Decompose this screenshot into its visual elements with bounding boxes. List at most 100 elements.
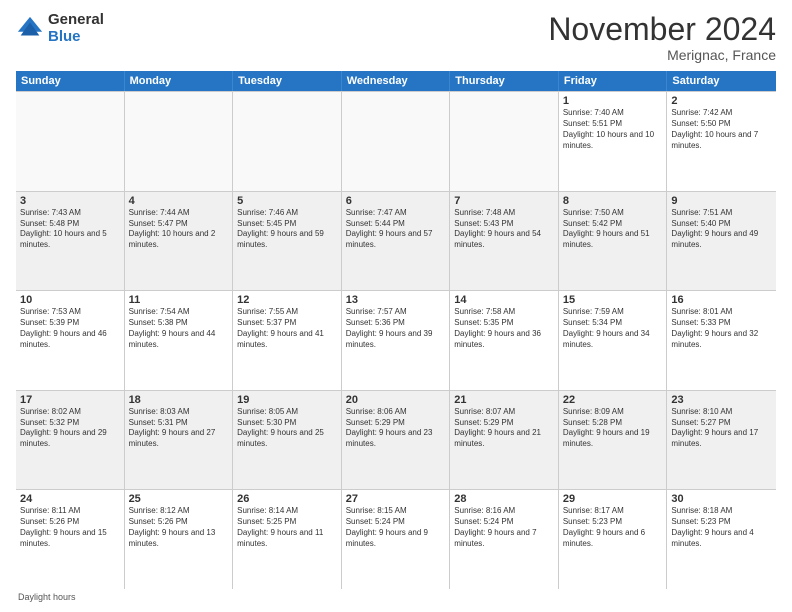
weekday-header-tuesday: Tuesday [233,71,342,91]
title-area: November 2024 Merignac, France [548,12,776,63]
day-number: 15 [563,294,663,306]
day-number: 21 [454,394,554,406]
calendar-cell: 2Sunrise: 7:42 AM Sunset: 5:50 PM Daylig… [667,92,776,191]
location-subtitle: Merignac, France [548,47,776,63]
day-number: 26 [237,493,337,505]
cell-info: Sunrise: 7:51 AM Sunset: 5:40 PM Dayligh… [671,208,772,251]
day-number: 30 [671,493,772,505]
cell-info: Sunrise: 8:05 AM Sunset: 5:30 PM Dayligh… [237,407,337,450]
day-number: 5 [237,195,337,207]
day-number: 13 [346,294,446,306]
calendar-cell: 7Sunrise: 7:48 AM Sunset: 5:43 PM Daylig… [450,192,559,291]
cell-info: Sunrise: 8:01 AM Sunset: 5:33 PM Dayligh… [671,307,772,350]
cell-info: Sunrise: 8:15 AM Sunset: 5:24 PM Dayligh… [346,506,446,549]
calendar-cell: 5Sunrise: 7:46 AM Sunset: 5:45 PM Daylig… [233,192,342,291]
weekday-header-saturday: Saturday [667,71,776,91]
calendar: SundayMondayTuesdayWednesdayThursdayFrid… [16,71,776,589]
weekday-header-friday: Friday [559,71,668,91]
day-number: 24 [20,493,120,505]
cell-info: Sunrise: 8:11 AM Sunset: 5:26 PM Dayligh… [20,506,120,549]
day-number: 9 [671,195,772,207]
day-number: 29 [563,493,663,505]
day-number: 14 [454,294,554,306]
header: General Blue November 2024 Merignac, Fra… [16,12,776,63]
calendar-cell: 27Sunrise: 8:15 AM Sunset: 5:24 PM Dayli… [342,490,451,589]
calendar-cell: 18Sunrise: 8:03 AM Sunset: 5:31 PM Dayli… [125,391,234,490]
calendar-cell: 9Sunrise: 7:51 AM Sunset: 5:40 PM Daylig… [667,192,776,291]
cell-info: Sunrise: 7:57 AM Sunset: 5:36 PM Dayligh… [346,307,446,350]
cell-info: Sunrise: 7:43 AM Sunset: 5:48 PM Dayligh… [20,208,120,251]
logo-blue-text: Blue [48,29,104,46]
calendar-cell: 22Sunrise: 8:09 AM Sunset: 5:28 PM Dayli… [559,391,668,490]
day-number: 22 [563,394,663,406]
day-number: 3 [20,195,120,207]
calendar-cell: 24Sunrise: 8:11 AM Sunset: 5:26 PM Dayli… [16,490,125,589]
cell-info: Sunrise: 7:48 AM Sunset: 5:43 PM Dayligh… [454,208,554,251]
calendar-cell [342,92,451,191]
cell-info: Sunrise: 7:44 AM Sunset: 5:47 PM Dayligh… [129,208,229,251]
cell-info: Sunrise: 7:55 AM Sunset: 5:37 PM Dayligh… [237,307,337,350]
calendar-cell: 11Sunrise: 7:54 AM Sunset: 5:38 PM Dayli… [125,291,234,390]
calendar-cell: 12Sunrise: 7:55 AM Sunset: 5:37 PM Dayli… [233,291,342,390]
calendar-cell: 3Sunrise: 7:43 AM Sunset: 5:48 PM Daylig… [16,192,125,291]
calendar-cell [450,92,559,191]
day-number: 17 [20,394,120,406]
calendar-cell: 17Sunrise: 8:02 AM Sunset: 5:32 PM Dayli… [16,391,125,490]
cell-info: Sunrise: 7:54 AM Sunset: 5:38 PM Dayligh… [129,307,229,350]
day-number: 20 [346,394,446,406]
calendar-header: SundayMondayTuesdayWednesdayThursdayFrid… [16,71,776,91]
cell-info: Sunrise: 8:06 AM Sunset: 5:29 PM Dayligh… [346,407,446,450]
calendar-cell: 30Sunrise: 8:18 AM Sunset: 5:23 PM Dayli… [667,490,776,589]
cell-info: Sunrise: 7:53 AM Sunset: 5:39 PM Dayligh… [20,307,120,350]
day-number: 4 [129,195,229,207]
calendar-cell: 19Sunrise: 8:05 AM Sunset: 5:30 PM Dayli… [233,391,342,490]
page: General Blue November 2024 Merignac, Fra… [0,0,792,612]
cell-info: Sunrise: 8:17 AM Sunset: 5:23 PM Dayligh… [563,506,663,549]
day-number: 10 [20,294,120,306]
calendar-row-2: 3Sunrise: 7:43 AM Sunset: 5:48 PM Daylig… [16,192,776,292]
day-number: 27 [346,493,446,505]
cell-info: Sunrise: 8:14 AM Sunset: 5:25 PM Dayligh… [237,506,337,549]
logo: General Blue [16,12,104,45]
calendar-cell: 21Sunrise: 8:07 AM Sunset: 5:29 PM Dayli… [450,391,559,490]
calendar-cell [125,92,234,191]
cell-info: Sunrise: 7:40 AM Sunset: 5:51 PM Dayligh… [563,108,663,151]
cell-info: Sunrise: 8:03 AM Sunset: 5:31 PM Dayligh… [129,407,229,450]
cell-info: Sunrise: 7:50 AM Sunset: 5:42 PM Dayligh… [563,208,663,251]
calendar-cell: 28Sunrise: 8:16 AM Sunset: 5:24 PM Dayli… [450,490,559,589]
cell-info: Sunrise: 7:46 AM Sunset: 5:45 PM Dayligh… [237,208,337,251]
calendar-cell: 8Sunrise: 7:50 AM Sunset: 5:42 PM Daylig… [559,192,668,291]
calendar-row-5: 24Sunrise: 8:11 AM Sunset: 5:26 PM Dayli… [16,490,776,589]
calendar-row-1: 1Sunrise: 7:40 AM Sunset: 5:51 PM Daylig… [16,91,776,192]
calendar-cell: 25Sunrise: 8:12 AM Sunset: 5:26 PM Dayli… [125,490,234,589]
daylight-label: Daylight hours [18,592,76,602]
calendar-cell: 26Sunrise: 8:14 AM Sunset: 5:25 PM Dayli… [233,490,342,589]
weekday-header-thursday: Thursday [450,71,559,91]
day-number: 8 [563,195,663,207]
weekday-header-sunday: Sunday [16,71,125,91]
day-number: 18 [129,394,229,406]
calendar-cell: 6Sunrise: 7:47 AM Sunset: 5:44 PM Daylig… [342,192,451,291]
calendar-cell: 16Sunrise: 8:01 AM Sunset: 5:33 PM Dayli… [667,291,776,390]
calendar-cell: 4Sunrise: 7:44 AM Sunset: 5:47 PM Daylig… [125,192,234,291]
calendar-cell [233,92,342,191]
month-title: November 2024 [548,12,776,47]
calendar-cell: 13Sunrise: 7:57 AM Sunset: 5:36 PM Dayli… [342,291,451,390]
cell-info: Sunrise: 8:09 AM Sunset: 5:28 PM Dayligh… [563,407,663,450]
cell-info: Sunrise: 8:16 AM Sunset: 5:24 PM Dayligh… [454,506,554,549]
calendar-cell: 29Sunrise: 8:17 AM Sunset: 5:23 PM Dayli… [559,490,668,589]
day-number: 1 [563,95,663,107]
day-number: 6 [346,195,446,207]
cell-info: Sunrise: 8:12 AM Sunset: 5:26 PM Dayligh… [129,506,229,549]
weekday-header-wednesday: Wednesday [342,71,451,91]
cell-info: Sunrise: 7:47 AM Sunset: 5:44 PM Dayligh… [346,208,446,251]
logo-icon [16,15,44,43]
day-number: 23 [671,394,772,406]
logo-text: General Blue [48,12,104,45]
calendar-body: 1Sunrise: 7:40 AM Sunset: 5:51 PM Daylig… [16,91,776,589]
day-number: 7 [454,195,554,207]
cell-info: Sunrise: 7:58 AM Sunset: 5:35 PM Dayligh… [454,307,554,350]
calendar-cell: 14Sunrise: 7:58 AM Sunset: 5:35 PM Dayli… [450,291,559,390]
cell-info: Sunrise: 8:07 AM Sunset: 5:29 PM Dayligh… [454,407,554,450]
cell-info: Sunrise: 8:18 AM Sunset: 5:23 PM Dayligh… [671,506,772,549]
